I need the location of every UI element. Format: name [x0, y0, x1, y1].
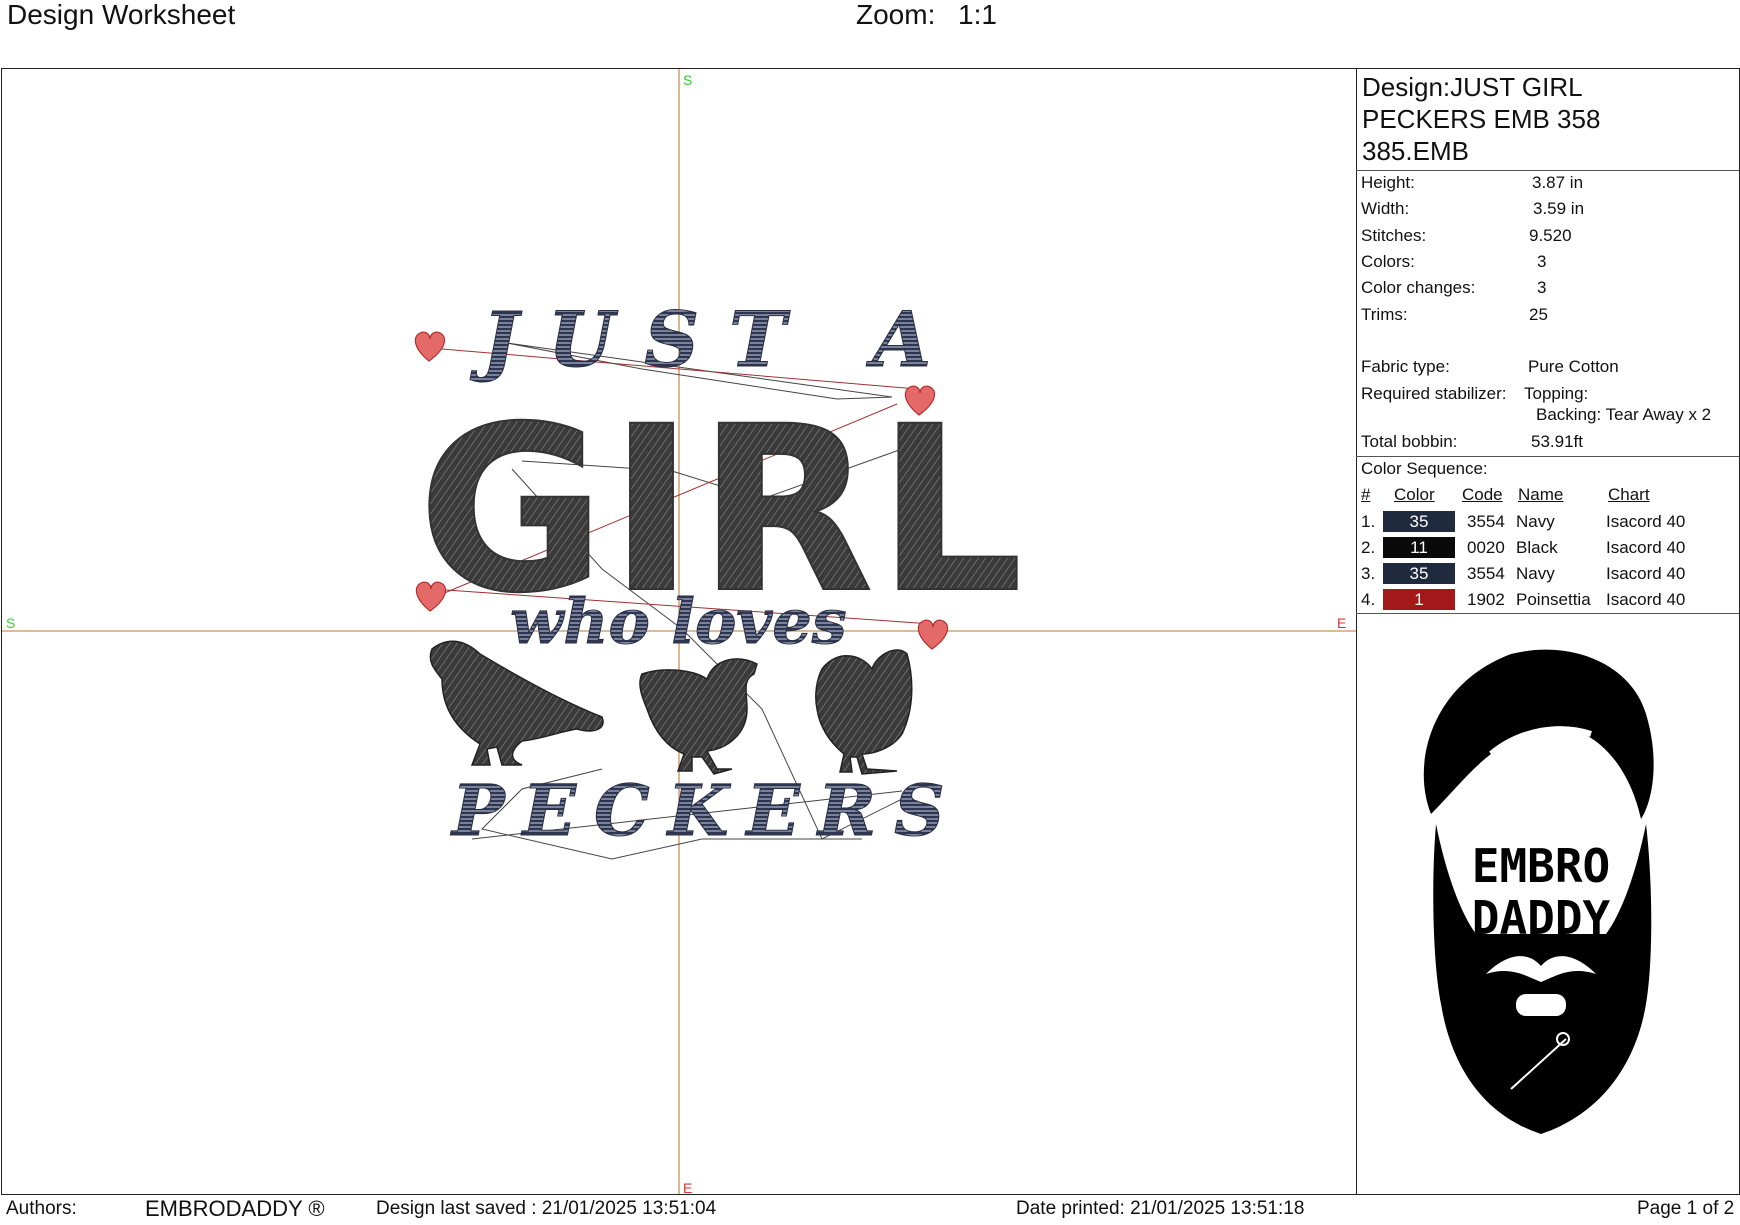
- seq-row-name: Black: [1516, 538, 1558, 557]
- seq-row-num: 3.: [1361, 564, 1376, 583]
- stitches-value: 9.520: [1529, 226, 1572, 245]
- seq-header-num: #: [1361, 485, 1371, 504]
- stabilizer-topping: Topping:: [1524, 384, 1589, 403]
- design-label: Design:: [1362, 72, 1451, 102]
- embrodaddy-logo: EMBRO DADDY: [1423, 649, 1654, 1134]
- axis-marker-left: S: [6, 615, 15, 631]
- design-preview: S E S E JUST A GIRL who loves PECKERS: [2, 69, 1356, 1195]
- seq-row-name: Navy: [1516, 564, 1555, 583]
- worksheet-title: Design Worksheet: [7, 0, 236, 30]
- divider: [1356, 170, 1739, 171]
- color-changes-label: Color changes:: [1361, 278, 1476, 297]
- heart-icon: [917, 619, 949, 650]
- color-sequence-title: Color Sequence:: [1361, 459, 1488, 478]
- chicken-icon: [639, 658, 758, 775]
- color-swatch: 35: [1383, 563, 1455, 584]
- color-changes-value: 3: [1537, 278, 1547, 297]
- width-label: Width:: [1361, 199, 1410, 218]
- trims-value: 25: [1529, 305, 1548, 324]
- zoom-label: Zoom:: [856, 0, 936, 30]
- axis-marker-top: S: [683, 72, 692, 88]
- seq-row-name: Poinsettia: [1516, 590, 1591, 609]
- page-indicator: Page 1 of 2: [1637, 1198, 1735, 1219]
- axis-marker-bottom: E: [683, 1180, 692, 1195]
- fabric-label: Fabric type:: [1361, 357, 1450, 376]
- stitches-label: Stitches:: [1361, 226, 1427, 245]
- design-canvas[interactable]: S E S E JUST A GIRL who loves PECKERS: [1, 68, 1357, 1195]
- design-text-who-loves: who loves: [510, 585, 847, 658]
- height-value: 3.87 in: [1532, 173, 1584, 192]
- divider: [1356, 456, 1739, 457]
- chicken-silhouettes: [429, 640, 913, 775]
- bobbin-value: 53.91ft: [1531, 432, 1583, 451]
- chicken-icon: [429, 640, 604, 766]
- zoom-value[interactable]: 1:1: [958, 0, 997, 30]
- seq-row-code: 0020: [1467, 538, 1505, 557]
- seq-row-num: 1.: [1361, 512, 1376, 531]
- bobbin-label: Total bobbin:: [1361, 432, 1458, 451]
- last-saved: Design last saved : 21/01/2025 13:51:04: [376, 1198, 717, 1219]
- stabilizer-label: Required stabilizer:: [1361, 384, 1507, 403]
- seq-header-color: Color: [1394, 485, 1435, 504]
- color-swatch: 1: [1383, 589, 1455, 610]
- seq-row-code: 1902: [1467, 590, 1505, 609]
- seq-row-chart: Isacord 40: [1606, 538, 1686, 557]
- colors-value: 3: [1537, 252, 1547, 271]
- divider: [1356, 613, 1739, 614]
- seq-row-code: 3554: [1467, 564, 1505, 583]
- fabric-value: Pure Cotton: [1528, 357, 1619, 376]
- seq-header-name: Name: [1518, 485, 1564, 504]
- logo-text-embro: EMBRO: [1472, 839, 1610, 893]
- stabilizer-backing: Backing: Tear Away x 2: [1536, 405, 1712, 424]
- seq-row-num: 4.: [1361, 590, 1376, 609]
- colors-label: Colors:: [1361, 252, 1415, 271]
- heart-icon: [414, 331, 446, 362]
- axis-marker-right: E: [1337, 615, 1346, 631]
- design-name-line: 385.EMB: [1362, 136, 1469, 166]
- chicken-icon: [815, 649, 913, 775]
- color-swatch: 11: [1383, 537, 1455, 558]
- seq-row-name: Navy: [1516, 512, 1555, 531]
- seq-row-code: 3554: [1467, 512, 1505, 531]
- date-printed: Date printed: 21/01/2025 13:51:18: [1016, 1198, 1305, 1219]
- design-name-block: Design:JUST GIRL PECKERS EMB 358 385.EMB: [1362, 71, 1722, 167]
- authors-value: EMBRODADDY ®: [145, 1196, 325, 1221]
- authors-label: Authors:: [6, 1198, 77, 1219]
- design-text-just-a: JUST A: [470, 295, 961, 384]
- seq-header-chart: Chart: [1608, 485, 1650, 504]
- design-text-peckers: PECKERS: [450, 769, 963, 852]
- design-name-line: PECKERS EMB 358: [1362, 104, 1601, 134]
- seq-row-chart: Isacord 40: [1606, 512, 1686, 531]
- color-swatch: 35: [1383, 511, 1455, 532]
- design-name-line: JUST GIRL: [1450, 72, 1583, 102]
- seq-header-code: Code: [1462, 485, 1503, 504]
- width-value: 3.59 in: [1533, 199, 1585, 218]
- seq-row-chart: Isacord 40: [1606, 590, 1686, 609]
- logo-text-daddy: DADDY: [1472, 891, 1611, 945]
- trims-label: Trims:: [1361, 305, 1408, 324]
- height-label: Height:: [1361, 173, 1415, 192]
- seq-row-num: 2.: [1361, 538, 1376, 557]
- design-info-panel: Design:JUST GIRL PECKERS EMB 358 385.EMB…: [1356, 68, 1740, 1195]
- seq-row-chart: Isacord 40: [1606, 564, 1686, 583]
